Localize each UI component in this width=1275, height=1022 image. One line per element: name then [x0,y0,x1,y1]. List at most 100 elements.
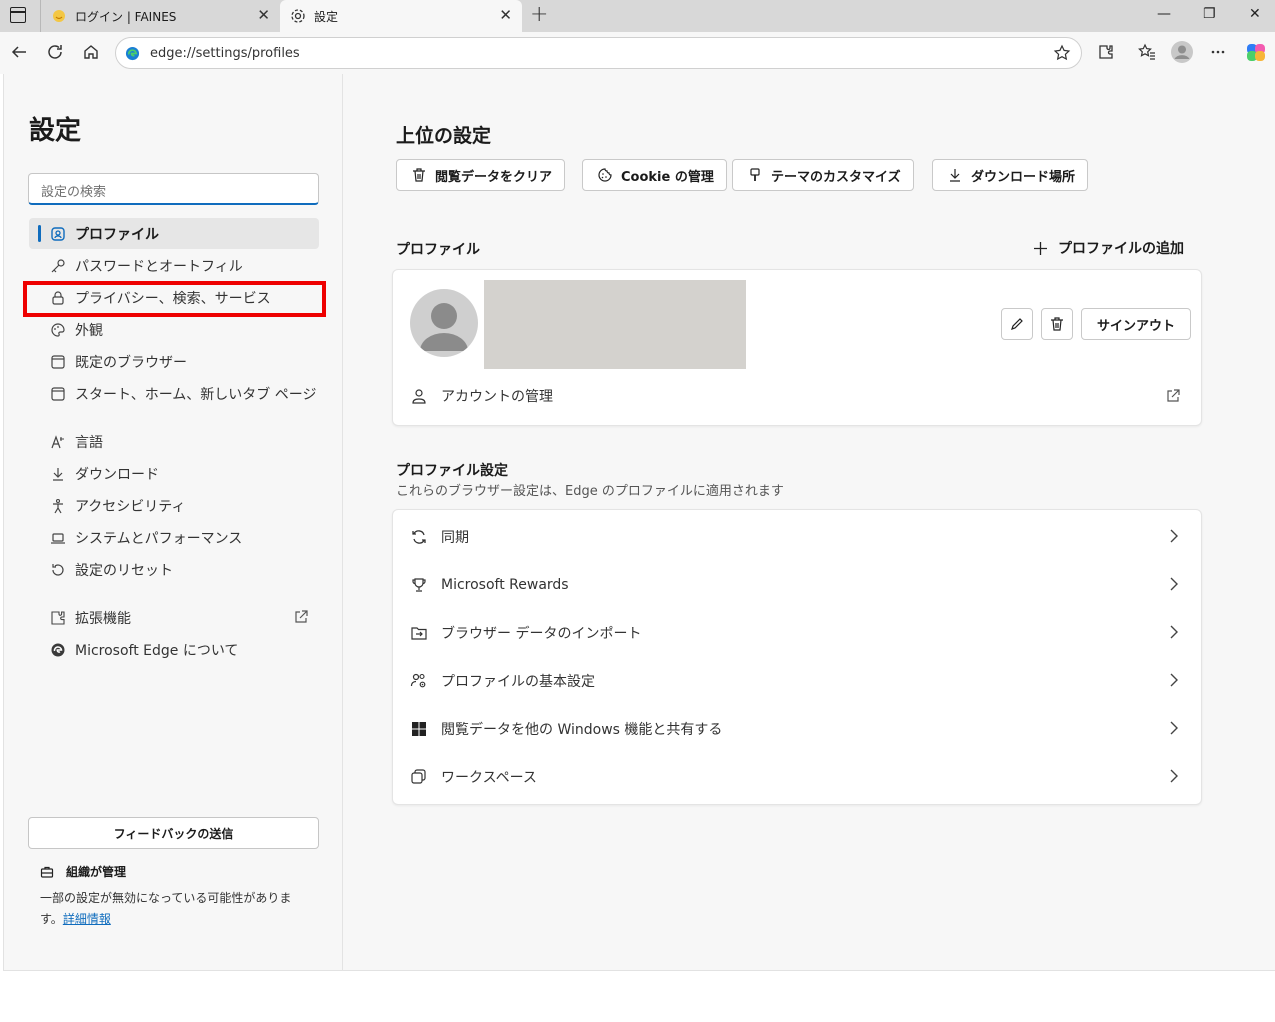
manage-account-link[interactable]: アカウントの管理 [410,386,553,406]
delete-profile-button[interactable] [1041,308,1073,340]
sidebar-item-reset[interactable]: 設定のリセット [29,554,319,585]
sidebar-item-extensions[interactable]: 拡張機能 [29,602,319,633]
sidebar-item-passwords[interactable]: パスワードとオートフィル [29,250,319,281]
add-profile-button[interactable]: プロファイルの追加 [1033,238,1184,258]
sidebar-item-downloads[interactable]: ダウンロード [29,458,319,489]
profile-section-title: プロファイル [396,242,480,258]
sidebar-item-label: プロファイル [75,226,159,243]
external-link-icon [293,609,309,629]
download-icon [947,167,963,183]
list-item-label: ワークスペース [441,770,537,786]
sidebar-item-accessibility[interactable]: アクセシビリティ [29,490,319,521]
sidebar-item-start-home[interactable]: スタート、ホーム、新しいタブ ページ [29,378,319,409]
managed-label: 組織が管理 [66,865,127,879]
sidebar-item-label: 拡張機能 [75,610,131,627]
learn-more-link[interactable]: 詳細情報 [63,912,111,926]
sidebar-item-label: スタート、ホーム、新しいタブ ページ [75,386,317,403]
sidebar-item-label: システムとパフォーマンス [75,530,243,547]
close-tab-icon[interactable]: ✕ [499,8,512,23]
tab-settings[interactable]: 設定 ✕ [280,0,522,32]
back-arrow-icon[interactable] [8,41,30,63]
manage-cookies-button[interactable]: Cookie の管理 [582,159,727,191]
refresh-icon[interactable] [44,41,66,63]
windows-icon [410,720,428,738]
sidebar-item-label: 設定のリセット [75,562,173,579]
person-icon [410,387,428,405]
settings-sidebar: 設定 設定の検索 プロファイル パスワードとオートフィル プライバシー、検索、サ… [4,74,343,971]
close-tab-icon[interactable]: ✕ [257,8,270,23]
restore-button[interactable]: ❐ [1203,6,1216,22]
trash-icon [411,167,427,183]
chevron-right-icon [1169,673,1179,691]
sidebar-item-label: パスワードとオートフィル [75,258,243,275]
edit-profile-button[interactable] [1001,308,1033,340]
clear-browsing-data-button[interactable]: 閲覧データをクリア [396,159,566,191]
sidebar-item-label: Microsoft Edge について [75,642,239,659]
url-text: edge://settings/profiles [150,46,300,61]
download-icon [49,465,67,483]
sidebar-item-languages[interactable]: 言語 [29,426,319,457]
gear-icon [290,8,306,24]
address-bar[interactable]: edge://settings/profiles [115,37,1082,69]
sign-out-button[interactable]: サインアウト [1081,308,1191,340]
sidebar-item-default-browser[interactable]: 既定のブラウザー [29,346,319,377]
list-item-import[interactable]: ブラウザー データのインポート [393,609,1201,657]
list-item-label: 閲覧データを他の Windows 機能と共有する [441,722,723,738]
sidebar-item-label: 既定のブラウザー [75,354,187,371]
tab-login[interactable]: ログイン | FAINES ✕ [40,0,280,32]
redacted-profile-name [484,280,746,369]
sidebar-item-about[interactable]: Microsoft Edge について [29,634,319,665]
chevron-right-icon [1169,577,1179,595]
window-close-button[interactable]: ✕ [1249,6,1261,22]
language-icon [49,433,67,451]
accessibility-icon [49,497,67,515]
sidebar-item-system[interactable]: システムとパフォーマンス [29,522,319,553]
favorite-star-icon[interactable] [1053,44,1071,66]
pencil-icon [1009,316,1025,332]
sidebar-item-profiles[interactable]: プロファイル [29,218,319,249]
external-link-icon[interactable] [1165,388,1181,408]
trophy-icon [410,576,428,594]
chevron-right-icon [1169,625,1179,643]
more-options-icon[interactable] [1207,41,1229,63]
tab-title: 設定 [314,9,339,24]
list-item-label: プロファイルの基本設定 [441,674,595,690]
customize-theme-button[interactable]: テーマのカスタマイズ [732,159,914,191]
copilot-icon[interactable] [1245,41,1267,63]
add-profile-label: プロファイルの追加 [1058,241,1184,257]
page-title: 上位の設定 [396,125,492,147]
send-feedback-button[interactable]: フィードバックの送信 [28,817,319,849]
chevron-right-icon [1169,529,1179,547]
managed-by-org: 組織が管理 [40,863,126,880]
sidebar-item-label: ダウンロード [75,466,159,483]
sidebar-item-appearance[interactable]: 外観 [29,314,319,345]
settings-search-input[interactable]: 設定の検索 [28,173,319,205]
list-item-sync[interactable]: 同期 [393,513,1201,561]
sidebar-item-label: アクセシビリティ [75,498,186,515]
list-item-label: ブラウザー データのインポート [441,626,642,642]
plus-icon [1033,241,1048,256]
extensions-icon [49,609,67,627]
new-tab-button[interactable]: + [530,4,548,26]
import-icon [410,624,428,642]
button-label: テーマのカスタマイズ [771,169,901,185]
list-item-rewards[interactable]: Microsoft Rewards [393,561,1201,609]
privacy-highlight-box [23,281,326,317]
tab-actions-icon[interactable] [10,7,26,23]
list-item-workspaces[interactable]: ワークスペース [393,753,1201,801]
minimize-button[interactable]: — [1157,6,1171,22]
managed-description: 一部の設定が無効になっている可能性がありま す。詳細情報 [40,888,310,930]
extensions-icon[interactable] [1095,41,1117,63]
tab-strip: ログイン | FAINES ✕ 設定 ✕ + — ❐ ✕ [0,0,1275,32]
manage-account-label: アカウントの管理 [441,389,553,405]
profile-settings-title: プロファイル設定 [396,463,508,479]
home-icon[interactable] [80,41,102,63]
chevron-right-icon [1169,769,1179,787]
list-item-profile-preferences[interactable]: プロファイルの基本設定 [393,657,1201,705]
list-item-share-windows[interactable]: 閲覧データを他の Windows 機能と共有する [393,705,1201,753]
download-location-button[interactable]: ダウンロード場所 [932,159,1089,191]
favorites-icon[interactable] [1136,41,1158,63]
reset-icon [49,561,67,579]
briefcase-icon [40,865,54,879]
profile-avatar[interactable] [1171,41,1193,63]
